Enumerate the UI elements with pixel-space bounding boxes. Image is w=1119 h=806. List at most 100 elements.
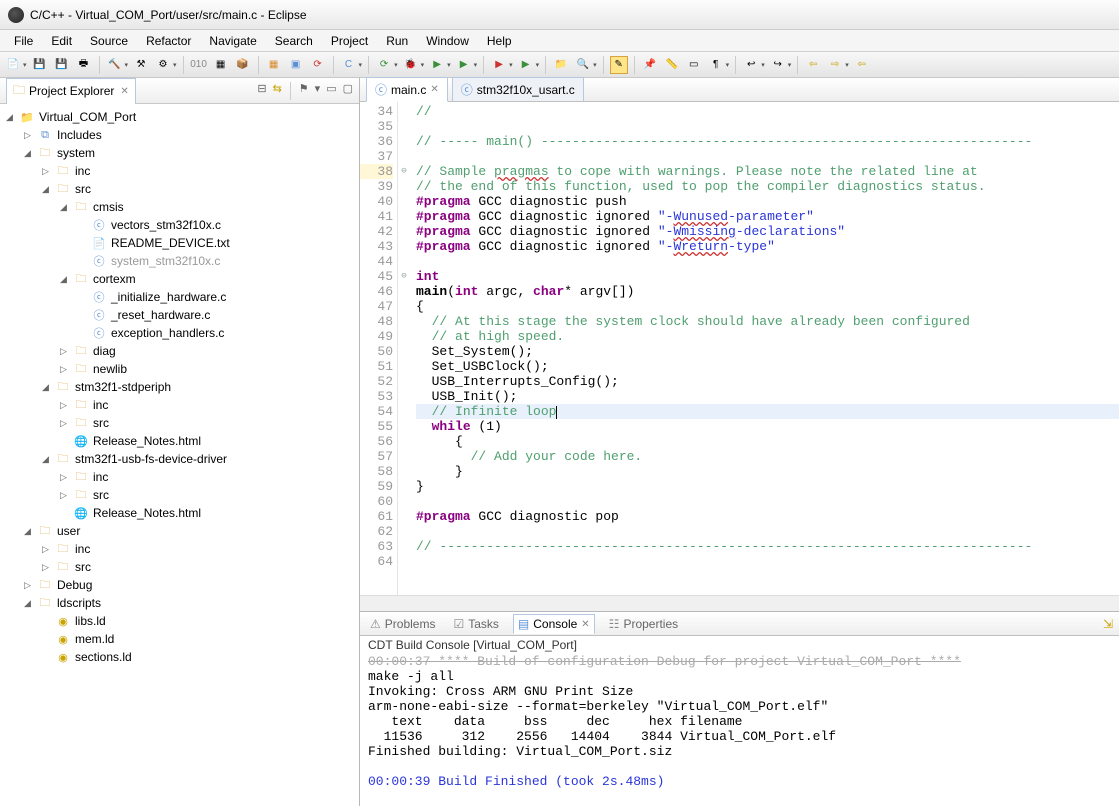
tree-item[interactable]: 📄README_DEVICE.txt <box>4 234 359 252</box>
tree-item[interactable]: ◢🗀cmsis <box>4 198 359 216</box>
binary-icon[interactable]: 010 <box>190 56 208 74</box>
tree-item[interactable]: ◉mem.ld <box>4 630 359 648</box>
close-icon[interactable]: ✕ <box>430 84 438 95</box>
tree-item[interactable]: ◢🗀ldscripts <box>4 594 359 612</box>
minimize-icon[interactable]: ▭ <box>326 82 336 100</box>
collapse-all-icon[interactable]: ⊟ <box>257 82 266 100</box>
toggle-mark-icon[interactable]: ✎ <box>610 56 628 74</box>
tree-item[interactable]: ▷🗀Debug <box>4 576 359 594</box>
menu-navigate[interactable]: Navigate <box>201 32 264 50</box>
tree-item[interactable]: ⓒ_initialize_hardware.c <box>4 288 359 306</box>
collapse-icon[interactable]: ◢ <box>22 526 33 537</box>
tree-item[interactable]: ▷🗀newlib <box>4 360 359 378</box>
run-last-icon[interactable]: ▶ <box>490 56 508 74</box>
forward-icon[interactable]: ⇨ <box>826 56 844 74</box>
tree-item[interactable]: 🌐Release_Notes.html <box>4 432 359 450</box>
pin-icon[interactable]: 📌 <box>641 56 659 74</box>
tree-item[interactable]: ◉libs.ld <box>4 612 359 630</box>
menu-file[interactable]: File <box>6 32 41 50</box>
collapse-icon[interactable]: ◢ <box>22 148 33 159</box>
expand-icon[interactable]: ▷ <box>22 580 33 591</box>
tree-item[interactable]: ◢🗀cortexm <box>4 270 359 288</box>
fold-gutter[interactable]: ⊖⊖ <box>398 102 410 595</box>
package-icon[interactable]: 📦 <box>234 56 252 74</box>
expand-icon[interactable]: ▷ <box>58 364 69 375</box>
collapse-icon[interactable]: ◢ <box>40 382 51 393</box>
code-area[interactable]: //// ----- main() ----------------------… <box>410 102 1119 595</box>
tree-item[interactable]: ▷🗀src <box>4 414 359 432</box>
run-icon[interactable]: ▶ <box>428 56 446 74</box>
build-icon[interactable]: 🔨 <box>106 56 124 74</box>
debug-icon[interactable]: 🐞 <box>402 56 420 74</box>
tree-item[interactable]: ◉sections.ld <box>4 648 359 666</box>
coverage-icon[interactable]: ▶ <box>455 56 473 74</box>
project-tree[interactable]: ◢📁Virtual_COM_Port▷⧉Includes◢🗀system▷🗀in… <box>0 104 359 806</box>
link-editor-icon[interactable]: ⇆ <box>273 82 282 100</box>
tree-item[interactable]: ⓒexception_handlers.c <box>4 324 359 342</box>
expand-icon[interactable]: ▷ <box>40 544 51 555</box>
collapse-icon[interactable]: ◢ <box>40 184 51 195</box>
tree-item[interactable]: ◢🗀stm32f1-stdperiph <box>4 378 359 396</box>
tree-item[interactable]: ◢🗀user <box>4 522 359 540</box>
tab-properties[interactable]: ☷Properties <box>605 615 682 633</box>
expand-icon[interactable]: ▷ <box>40 166 51 177</box>
tree-item[interactable]: ◢📁Virtual_COM_Port <box>4 108 359 126</box>
tree-item[interactable]: ▷🗀inc <box>4 540 359 558</box>
show-whitespace-icon[interactable]: ¶ <box>707 56 725 74</box>
close-icon[interactable]: ✕ <box>120 86 128 97</box>
horizontal-scrollbar[interactable] <box>360 595 1119 611</box>
menu-window[interactable]: Window <box>418 32 477 50</box>
nav-fwd-drop-icon[interactable]: ↪ <box>769 56 787 74</box>
menu-edit[interactable]: Edit <box>43 32 80 50</box>
maximize-icon[interactable]: ▢ <box>343 82 353 100</box>
expand-icon[interactable]: ▷ <box>58 490 69 501</box>
collapse-icon[interactable]: ◢ <box>4 112 15 123</box>
tree-item[interactable]: ⓒ_reset_hardware.c <box>4 306 359 324</box>
folder-open-icon[interactable]: 📁 <box>552 56 570 74</box>
expand-icon[interactable]: ▷ <box>58 346 69 357</box>
collapse-icon[interactable]: ◢ <box>40 454 51 465</box>
tree-item[interactable]: ⓒvectors_stm32f10x.c <box>4 216 359 234</box>
expand-icon[interactable]: ▷ <box>40 562 51 573</box>
menu-run[interactable]: Run <box>378 32 416 50</box>
tree-item[interactable]: ▷🗀inc <box>4 396 359 414</box>
up-icon[interactable]: ⇦ <box>853 56 871 74</box>
tree-item[interactable]: ▷🗀diag <box>4 342 359 360</box>
build-all-icon[interactable]: ⚒ <box>132 56 150 74</box>
console-output[interactable]: 00:00:37 **** Build of configuration Deb… <box>360 654 1119 806</box>
back-icon[interactable]: ⇦ <box>804 56 822 74</box>
reset-icon[interactable]: ⟳ <box>309 56 327 74</box>
view-menu-icon[interactable]: ▾ <box>315 82 321 100</box>
tree-item[interactable]: ⓒsystem_stm32f10x.c <box>4 252 359 270</box>
tab-console[interactable]: ▤Console✕ <box>513 614 595 634</box>
target-icon[interactable]: ⚙ <box>154 56 172 74</box>
ruler-icon[interactable]: 📏 <box>663 56 681 74</box>
block-select-icon[interactable]: ▭ <box>685 56 703 74</box>
save-all-icon[interactable]: 💾 <box>53 56 71 74</box>
restore-icon[interactable]: ⇲ <box>1103 617 1113 631</box>
save-icon[interactable]: 💾 <box>31 56 49 74</box>
tree-item[interactable]: ◢🗀stm32f1-usb-fs-device-driver <box>4 450 359 468</box>
menu-help[interactable]: Help <box>479 32 520 50</box>
close-icon[interactable]: ✕ <box>581 619 589 630</box>
expand-icon[interactable]: ▷ <box>58 418 69 429</box>
collapse-icon[interactable]: ◢ <box>22 598 33 609</box>
board-icon[interactable]: ▣ <box>287 56 305 74</box>
tree-item[interactable]: ▷🗀inc <box>4 162 359 180</box>
menu-project[interactable]: Project <box>323 32 376 50</box>
ext-tools-icon[interactable]: ▶ <box>517 56 535 74</box>
chip-icon[interactable]: ▦ <box>212 56 230 74</box>
code-editor[interactable]: 3435363738394041424344454647484950515253… <box>360 102 1119 595</box>
filter-icon[interactable]: ⚑ <box>299 82 309 100</box>
editor-tab[interactable]: ⓒmain.c✕ <box>366 77 448 102</box>
menu-search[interactable]: Search <box>267 32 321 50</box>
project-explorer-tab[interactable]: 🗀 Project Explorer ✕ <box>6 78 136 104</box>
search-icon[interactable]: 🔍 <box>574 56 592 74</box>
refresh-icon[interactable]: ⟳ <box>375 56 393 74</box>
expand-icon[interactable]: ▷ <box>58 472 69 483</box>
collapse-icon[interactable]: ◢ <box>58 202 69 213</box>
editor-tab[interactable]: ⓒstm32f10x_usart.c <box>452 77 584 102</box>
tab-tasks[interactable]: ☑Tasks <box>449 615 502 633</box>
tree-item[interactable]: ◢🗀system <box>4 144 359 162</box>
menu-source[interactable]: Source <box>82 32 136 50</box>
